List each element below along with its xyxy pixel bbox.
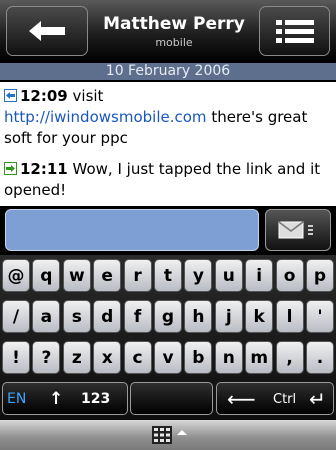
key[interactable]: x [93,341,122,374]
key[interactable]: r [123,259,152,292]
caret-up-icon [177,430,187,435]
key[interactable]: ? [32,341,61,374]
soft-keyboard: @ q w e r t y u i o p / a s d f g h j k l '!? z x c v b n m,. EN ↑ 1… [0,255,336,420]
back-arrow-icon [29,21,65,41]
key[interactable]: t [154,259,182,292]
message-time: 12:09 [20,87,68,105]
key[interactable]: k [245,300,274,333]
space-key[interactable] [130,382,213,415]
key[interactable]: m [245,341,274,374]
envelope-send-icon [278,221,313,239]
conversation-date: 10 February 2006 [0,63,336,80]
key[interactable]: b [184,341,213,374]
key[interactable]: n [214,341,243,374]
message-link[interactable]: http://iwindowsmobile.com [4,108,207,126]
back-button[interactable] [6,6,88,56]
taskbar [0,420,336,450]
key[interactable]: ! [2,341,30,374]
menu-button[interactable] [259,6,330,56]
message-text: visit [72,87,104,105]
key[interactable]: g [154,300,182,333]
key[interactable]: e [93,259,122,292]
key[interactable]: @ [2,259,30,292]
message-list[interactable]: 12:09 visit http://iwindowsmobile.com th… [0,82,336,206]
key[interactable]: w [62,259,91,292]
key[interactable]: f [123,300,152,333]
key[interactable]: y [184,259,213,292]
key[interactable]: o [275,259,304,292]
contact-name: Matthew Perry [103,14,245,34]
menu-list-icon [275,20,314,43]
contact-subtitle: mobile [155,36,193,49]
send-button[interactable] [265,209,331,251]
message-incoming: 12:09 visit http://iwindowsmobile.com th… [4,86,330,149]
key[interactable]: ' [306,300,334,333]
key[interactable]: v [154,341,182,374]
key[interactable]: a [32,300,61,333]
key[interactable]: s [62,300,91,333]
message-time: 12:11 [20,160,68,178]
start-grid-icon[interactable] [152,426,172,444]
key[interactable]: z [62,341,91,374]
key[interactable]: , [275,341,304,374]
key[interactable]: j [214,300,243,333]
title-bar: Matthew Perry mobile [0,0,336,62]
incoming-arrow-icon [4,89,17,102]
key[interactable]: h [184,300,213,333]
outgoing-arrow-icon [4,162,17,175]
key[interactable]: l [275,300,304,333]
key[interactable]: c [123,341,152,374]
language-key[interactable]: EN ↑ 123 [2,382,128,415]
key[interactable]: u [214,259,243,292]
key[interactable]: d [93,300,122,333]
message-input[interactable] [5,209,259,251]
composer [0,206,336,254]
message-outgoing: 12:11 Wow, I just tapped the link and it… [4,159,330,201]
key[interactable]: q [32,259,61,292]
key[interactable]: / [2,300,30,333]
ctrl-backspace-enter-key[interactable]: ⟵ Ctrl ↵ [216,382,334,415]
key[interactable]: p [306,259,334,292]
key[interactable]: . [306,341,334,374]
key[interactable]: i [245,259,274,292]
